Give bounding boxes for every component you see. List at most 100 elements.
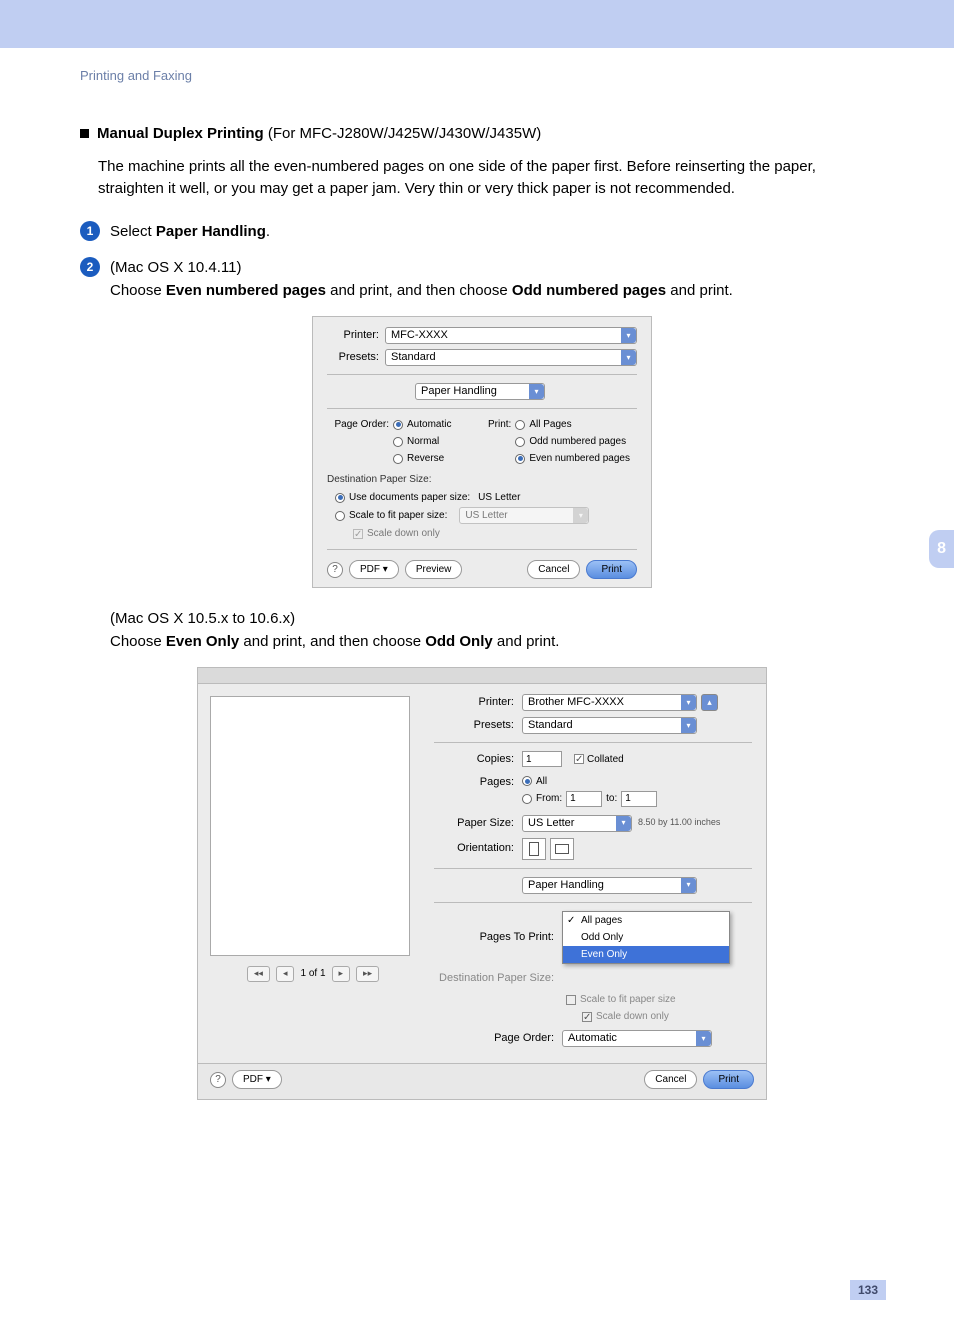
label: Collated: [587, 752, 624, 767]
panel-select[interactable]: Paper Handling▾: [415, 383, 545, 400]
pages-from[interactable]: From: to:: [522, 791, 657, 807]
t: Odd numbered pages: [512, 282, 666, 299]
print-button[interactable]: Print: [703, 1070, 754, 1089]
label: Use documents paper size:: [349, 490, 470, 505]
divider: [327, 549, 637, 550]
step-number-2: 2: [80, 257, 100, 277]
divider: [327, 408, 637, 409]
t: and print, and then choose: [239, 633, 425, 650]
value: US Letter: [478, 490, 520, 505]
preview-nav: ◂◂ ◂ 1 of 1 ▸ ▸▸: [210, 966, 416, 982]
step2-line1: Choose Even numbered pages and print, an…: [110, 280, 884, 303]
value: US Letter: [528, 815, 574, 832]
orientation-landscape[interactable]: [550, 838, 574, 860]
dropdown-arrow-icon: ▾: [616, 816, 631, 831]
copies-input[interactable]: [522, 751, 562, 767]
radio-icon: [515, 454, 525, 464]
page-order-select[interactable]: Automatic▾: [562, 1030, 712, 1047]
nav-last[interactable]: ▸▸: [356, 966, 379, 982]
dropdown-arrow-icon: ▾: [621, 350, 636, 365]
divider: [434, 902, 752, 903]
label: Normal: [407, 434, 439, 449]
pages-to-input[interactable]: [621, 791, 657, 807]
label: Scale down only: [367, 526, 440, 541]
pages-to-print-menu[interactable]: All pages Odd Only Even Only: [562, 911, 730, 964]
scale-size-select: US Letter▾: [459, 507, 589, 524]
radio-icon: [515, 437, 525, 447]
printer-select[interactable]: Brother MFC-XXXX▾: [522, 694, 697, 711]
presets-select[interactable]: Standard▾: [385, 349, 637, 366]
scale-down-only: Scale down only: [353, 526, 637, 541]
help-icon[interactable]: ?: [327, 562, 343, 578]
pdf-button[interactable]: PDF ▾: [349, 560, 399, 579]
panel-value: Paper Handling: [421, 383, 497, 400]
presets-label: Presets:: [327, 349, 385, 366]
radio-icon: [393, 454, 403, 464]
collapse-icon[interactable]: ▴: [701, 694, 718, 711]
step1-post: .: [266, 223, 270, 240]
cancel-button[interactable]: Cancel: [527, 560, 580, 579]
scale-to-fit[interactable]: Scale to fit paper size: US Letter▾: [335, 507, 637, 524]
label: Scale to fit paper size:: [349, 508, 447, 523]
menu-all-pages[interactable]: All pages: [563, 912, 729, 929]
menu-odd-only[interactable]: Odd Only: [563, 929, 729, 946]
page-order-normal[interactable]: Normal: [393, 434, 451, 449]
value: Paper Handling: [528, 877, 604, 894]
square-bullet-icon: [80, 129, 89, 138]
form-pane: Printer: Brother MFC-XXXX▾ ▴ Presets: St…: [428, 684, 766, 1063]
printer-label: Printer:: [327, 327, 385, 344]
dropdown-arrow-icon: ▾: [621, 328, 636, 343]
radio-icon: [335, 511, 345, 521]
label: Odd numbered pages: [529, 434, 626, 449]
presets-select[interactable]: Standard▾: [522, 717, 697, 734]
collated-checkbox[interactable]: Collated: [574, 752, 624, 767]
page-order-automatic[interactable]: Automatic: [393, 417, 451, 432]
use-doc-size[interactable]: Use documents paper size: US Letter: [335, 490, 637, 505]
top-bar: [0, 0, 954, 48]
nav-first[interactable]: ◂◂: [247, 966, 270, 982]
pdf-button[interactable]: PDF ▾: [232, 1070, 282, 1089]
preview-button[interactable]: Preview: [405, 560, 463, 579]
checkbox-icon: [582, 1012, 592, 1022]
orientation-portrait[interactable]: [522, 838, 546, 860]
divider: [434, 742, 752, 743]
page-order-reverse[interactable]: Reverse: [393, 451, 451, 466]
divider: [434, 868, 752, 869]
page-number: 133: [850, 1280, 886, 1300]
nav-prev[interactable]: ◂: [276, 966, 295, 982]
help-icon[interactable]: ?: [210, 1072, 226, 1088]
step-1: 1 Select Paper Handling.: [80, 221, 884, 244]
printer-select[interactable]: MFC-XXXX ▾: [385, 327, 637, 344]
heading-text: Manual Duplex Printing (For MFC-J280W/J4…: [97, 123, 541, 146]
t: Odd Only: [425, 633, 493, 650]
nav-next[interactable]: ▸: [332, 966, 351, 982]
printer-value: MFC-XXXX: [391, 327, 448, 344]
papersize-select[interactable]: US Letter ▾: [522, 815, 632, 832]
preview-pane: ◂◂ ◂ 1 of 1 ▸ ▸▸: [198, 684, 428, 1063]
intro-paragraph: The machine prints all the even-numbered…: [98, 156, 884, 201]
dropdown-arrow-icon: ▾: [681, 878, 696, 893]
page-order-label: Page Order:: [434, 1030, 562, 1047]
print-button[interactable]: Print: [586, 560, 637, 579]
print-dialog-2: ◂◂ ◂ 1 of 1 ▸ ▸▸ Printer: Brother MFC-XX…: [197, 667, 767, 1100]
scale-down-only: Scale down only: [582, 1009, 752, 1024]
label: All: [536, 774, 547, 789]
print-even-pages[interactable]: Even numbered pages: [515, 451, 630, 466]
step1-pre: Select: [110, 223, 156, 240]
panel-select[interactable]: Paper Handling ▾: [522, 877, 697, 894]
pages-from-input[interactable]: [566, 791, 602, 807]
step-number-1: 1: [80, 221, 100, 241]
orientation-label: Orientation:: [434, 840, 522, 857]
menu-even-only[interactable]: Even Only: [563, 946, 729, 963]
print-all-pages[interactable]: All Pages: [515, 417, 630, 432]
step2-os2-block: (Mac OS X 10.5.x to 10.6.x) Choose Even …: [110, 608, 884, 653]
nav-page-indicator: 1 of 1: [300, 966, 325, 981]
cancel-button[interactable]: Cancel: [644, 1070, 697, 1089]
dest-paper-size-label: Destination Paper Size:: [327, 472, 637, 487]
divider: [327, 374, 637, 375]
print-odd-pages[interactable]: Odd numbered pages: [515, 434, 630, 449]
step-2: 2 (Mac OS X 10.4.11) Choose Even numbere…: [80, 257, 884, 302]
print-label: Print:: [488, 417, 515, 468]
dropdown-arrow-icon: ▾: [681, 718, 696, 733]
pages-all[interactable]: All: [522, 774, 657, 789]
